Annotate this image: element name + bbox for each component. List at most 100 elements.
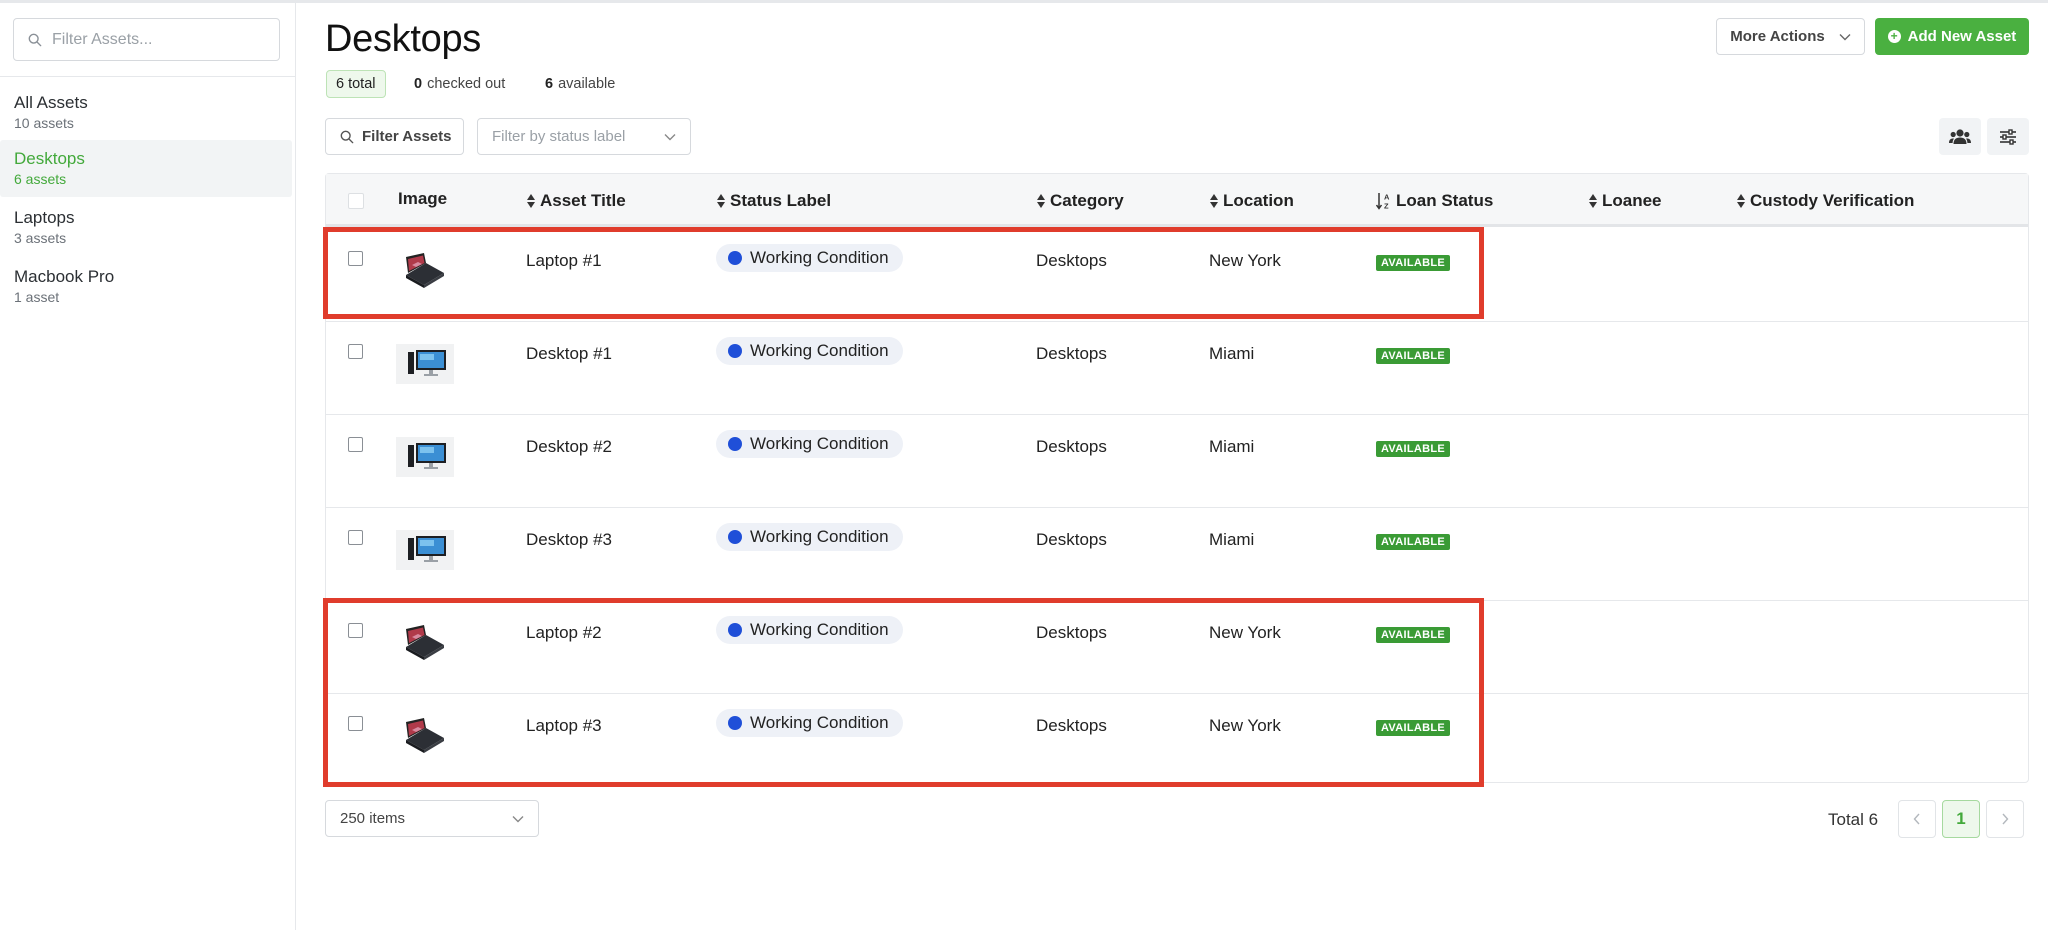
column-label: Category (1050, 191, 1124, 210)
next-page-button[interactable] (1986, 800, 2024, 838)
column-header-location[interactable]: Location (1209, 191, 1294, 211)
sort-icon (1588, 193, 1598, 209)
checked-out-count: 0 (414, 76, 423, 92)
svg-text:Z: Z (1384, 202, 1389, 211)
status-label-pill[interactable]: Working Condition (716, 244, 903, 272)
chevron-left-icon (1913, 813, 1920, 825)
row-checkbox[interactable] (348, 623, 363, 638)
status-label-filter-select[interactable]: Filter by status label (477, 118, 691, 155)
more-actions-label: More Actions (1730, 28, 1825, 45)
sidebar-item-laptops[interactable]: Laptops 3 assets (0, 199, 292, 256)
column-label: Asset Title (540, 191, 626, 210)
column-header-image: Image (398, 189, 447, 209)
sort-icon (1036, 193, 1046, 209)
category-cell: Desktops (1036, 251, 1107, 270)
column-label: Custody Verification (1750, 191, 1915, 210)
loan-status-badge: AVAILABLE (1376, 627, 1451, 643)
row-checkbox[interactable] (348, 251, 363, 266)
status-dot (728, 530, 742, 544)
column-header-custody-verification[interactable]: Custody Verification (1736, 191, 1914, 211)
filter-assets-label: Filter Assets (362, 128, 452, 145)
sidebar-search-box[interactable] (13, 18, 280, 61)
sidebar-item-count: 6 assets (14, 171, 67, 187)
table-row[interactable]: Laptop #2 Working Condition Desktops New… (326, 601, 2028, 694)
table-row[interactable]: Laptop #3 Working Condition Desktops New… (326, 694, 2028, 787)
page-size-label: 250 items (340, 810, 406, 827)
category-cell: Desktops (1036, 344, 1107, 363)
status-label-pill[interactable]: Working Condition (716, 337, 903, 365)
available-label: available (558, 76, 616, 92)
group-by-button[interactable] (1939, 118, 1981, 155)
chevron-down-icon (1839, 33, 1851, 40)
status-filter-placeholder: Filter by status label (492, 128, 626, 145)
asset-title[interactable]: Laptop #3 (526, 716, 602, 736)
prev-page-button[interactable] (1898, 800, 1936, 838)
column-label: Loan Status (1396, 191, 1494, 210)
category-cell: Desktops (1036, 623, 1107, 642)
sidebar-item-count: 1 asset (14, 289, 60, 305)
location-cell: New York (1209, 716, 1281, 735)
sidebar-item-count: 10 assets (14, 115, 74, 131)
sort-icon (526, 193, 536, 209)
status-text: Working Condition (750, 527, 889, 546)
asset-title[interactable]: Laptop #1 (526, 251, 602, 271)
page-number-button[interactable]: 1 (1942, 800, 1980, 838)
sidebar-item-all-assets[interactable]: All Assets 10 assets (0, 84, 292, 141)
status-dot (728, 623, 742, 637)
desktop-thumbnail (396, 437, 454, 477)
row-checkbox[interactable] (348, 344, 363, 359)
asset-title[interactable]: Laptop #2 (526, 623, 602, 643)
row-checkbox[interactable] (348, 716, 363, 731)
sidebar-search-input[interactable] (52, 30, 272, 49)
column-header-category[interactable]: Category (1036, 191, 1124, 211)
select-all-checkbox[interactable] (348, 193, 364, 209)
category-cell: Desktops (1036, 716, 1107, 735)
status-label-pill[interactable]: Working Condition (716, 709, 903, 737)
filter-assets-button[interactable]: Filter Assets (325, 118, 464, 155)
asset-title[interactable]: Desktop #1 (526, 344, 612, 364)
search-icon (28, 33, 42, 46)
status-label-pill[interactable]: Working Condition (716, 616, 903, 644)
status-text: Working Condition (750, 713, 889, 732)
sort-icon (1209, 193, 1219, 209)
asset-title[interactable]: Desktop #3 (526, 530, 612, 550)
add-new-asset-label: Add New Asset (1907, 28, 2017, 45)
asset-title[interactable]: Desktop #2 (526, 437, 612, 457)
desktop-thumbnail (396, 530, 454, 570)
table-row[interactable]: Desktop #3 Working Condition Desktops Mi… (326, 508, 2028, 601)
users-icon (1949, 128, 1971, 144)
sort-alpha-icon: AZ (1376, 193, 1390, 211)
column-header-loanee[interactable]: Loanee (1588, 191, 1662, 211)
loan-status-badge: AVAILABLE (1376, 441, 1451, 457)
status-dot (728, 251, 742, 265)
svg-text:A: A (1384, 193, 1390, 202)
table-row[interactable]: Laptop #1 Working Condition Desktops New… (326, 229, 2028, 322)
row-checkbox[interactable] (348, 530, 363, 545)
chevron-down-icon (664, 133, 676, 140)
column-header-asset-title[interactable]: Asset Title (526, 191, 626, 211)
row-checkbox[interactable] (348, 437, 363, 452)
table-row[interactable]: Desktop #2 Working Condition Desktops Mi… (326, 415, 2028, 508)
total-count-badge: 6 total (326, 70, 386, 98)
status-label-pill[interactable]: Working Condition (716, 430, 903, 458)
column-label: Image (398, 189, 448, 208)
status-text: Working Condition (750, 248, 889, 267)
sort-icon (1736, 193, 1746, 209)
column-settings-button[interactable] (1987, 118, 2029, 155)
sidebar-item-desktops[interactable]: Desktops 6 assets (0, 140, 292, 197)
status-label-pill[interactable]: Working Condition (716, 523, 903, 551)
sidebar-item-macbook-pro[interactable]: Macbook Pro 1 asset (0, 258, 292, 315)
column-header-status-label[interactable]: Status Label (716, 191, 831, 211)
status-dot (728, 344, 742, 358)
more-actions-button[interactable]: More Actions (1716, 18, 1865, 55)
table-row[interactable]: Desktop #1 Working Condition Desktops Mi… (326, 322, 2028, 415)
laptop-thumbnail (406, 718, 444, 753)
add-new-asset-button[interactable]: + Add New Asset (1875, 18, 2029, 55)
page-size-select[interactable]: 250 items (325, 800, 539, 837)
page-title: Desktops (325, 18, 482, 60)
sidebar-item-label: Laptops (14, 208, 75, 227)
column-header-loan-status[interactable]: AZ Loan Status (1376, 191, 1493, 211)
table-header: Image Asset Title Status Label Category … (326, 174, 2028, 227)
sidebar-divider (0, 76, 295, 77)
status-dot (728, 716, 742, 730)
